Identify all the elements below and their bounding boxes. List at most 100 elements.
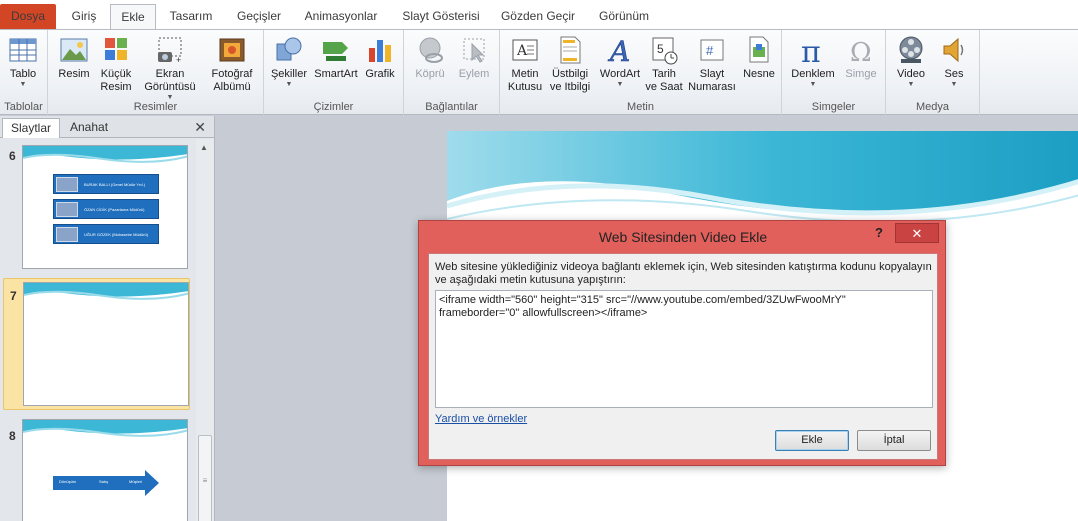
photo-album-icon [219, 38, 245, 62]
action-icon [463, 38, 485, 63]
group-label-illustrations: Çizimler [313, 101, 354, 113]
picture-button[interactable]: Resim [54, 32, 94, 98]
dropdown-arrow-icon: ▼ [616, 81, 624, 88]
speaker-icon [943, 37, 964, 63]
panel-close-icon[interactable]: ✕ [194, 119, 206, 136]
group-text: A Metin Kutusu Üstbilgi ve Itbilgi A Wor… [500, 30, 782, 115]
equation-button[interactable]: π Denklem ▼ [788, 32, 838, 98]
smartart-box: ÖZAN CİDİK (Pazarlama Müdürü) [53, 199, 159, 219]
insert-video-from-website-dialog: Web Sitesinden Video Ekle ? ✕ Web sitesi… [418, 220, 946, 466]
audio-button[interactable]: Ses ▼ [934, 32, 974, 98]
panel-tabs: Slaytlar Anahat ✕ [0, 116, 214, 138]
smartart-box: UĞUR GÖZEK (Muhasebe Müdürü) [53, 224, 159, 244]
dropdown-arrow-icon: ▼ [907, 81, 915, 88]
tab-review[interactable]: Gözden Geçir [496, 4, 580, 30]
group-media: Video ▼ Ses ▼ Medya [886, 30, 980, 115]
tab-animations[interactable]: Animasyonlar [300, 4, 382, 30]
photo-album-button[interactable]: Fotoğraf Albümü [204, 32, 260, 98]
dialog-close-button[interactable]: ✕ [895, 223, 939, 243]
panel-scrollbar[interactable]: ▲ ≡ [196, 139, 214, 521]
dialog-instruction: Web sitesine yüklediğiniz videoya bağlan… [435, 261, 932, 286]
tab-home[interactable]: Giriş [66, 4, 102, 30]
slide-thumbnail-8[interactable]: 8 Dönüşüm Satış Müşteri [3, 419, 190, 521]
date-time-button[interactable]: 5 Tarih ve Saat [644, 32, 684, 98]
pi-icon: π [801, 35, 821, 66]
svg-text:Ω: Ω [850, 38, 872, 66]
group-label-tables: Tablolar [4, 101, 43, 113]
svg-text:5: 5 [657, 42, 664, 56]
svg-text:A: A [607, 35, 630, 66]
symbol-button[interactable]: Ω Simge [840, 32, 882, 98]
svg-text:#: # [706, 43, 714, 58]
arrow-label: Satış [99, 479, 109, 484]
wave-decoration [23, 420, 187, 437]
group-label-symbols: Simgeler [811, 101, 856, 113]
scroll-up-icon[interactable]: ▲ [200, 143, 208, 152]
ribbon: Tablo ▼ Tablolar Resim Küçük Resim + Ekr… [0, 29, 1078, 115]
text-box-button[interactable]: A Metin Kutusu [504, 32, 546, 98]
scrollbar-thumb[interactable]: ≡ [198, 435, 212, 521]
date-time-icon: 5 [652, 37, 678, 65]
slide-thumbnail-7[interactable]: 7 [3, 278, 190, 410]
shapes-icon [276, 37, 302, 61]
smartart-icon [323, 42, 348, 61]
object-button[interactable]: Nesne [740, 32, 778, 98]
chart-icon [369, 40, 391, 62]
table-icon [9, 38, 37, 62]
embed-code-input[interactable]: <iframe width="560" height="315" src="//… [435, 290, 933, 408]
video-button[interactable]: Video ▼ [890, 32, 932, 98]
picture-icon [60, 38, 88, 62]
help-and-examples-link[interactable]: Yardım ve örnekler [435, 413, 527, 425]
tab-insert[interactable]: Ekle [110, 4, 156, 30]
group-label-images: Resimler [133, 101, 178, 113]
slide-preview: Dönüşüm Satış Müşteri [22, 419, 188, 521]
dropdown-arrow-icon: ▼ [285, 81, 293, 88]
slide-thumbnail-list: 6 BURAK BALLI (Genel Müdür Yrd.) ÖZAN Cİ… [0, 139, 196, 521]
tab-slides[interactable]: Slaytlar [2, 118, 61, 138]
tab-design[interactable]: Tasarım [166, 4, 216, 30]
screenshot-icon: + [158, 37, 182, 65]
ribbon-tab-bar: Dosya Giriş Ekle Tasarım Geçişler Animas… [0, 0, 1078, 30]
arrow-label: Müşteri [129, 479, 143, 484]
table-button[interactable]: Tablo ▼ [3, 32, 43, 98]
slide-number-button[interactable]: # Slayt Numarası [686, 32, 738, 98]
omega-icon: Ω [850, 38, 872, 66]
hyperlink-button[interactable]: Köprü [410, 32, 450, 98]
smartart-button[interactable]: SmartArt [312, 32, 360, 98]
wave-decoration [23, 146, 187, 163]
help-icon[interactable]: ? [875, 225, 883, 240]
slide-number-icon: # [700, 39, 724, 61]
slide-number: 6 [9, 149, 16, 163]
group-images: Resim Küçük Resim + Ekran Görüntüsü ▼ Fo… [48, 30, 264, 115]
slide-number: 8 [9, 429, 16, 443]
slide-number: 7 [10, 289, 17, 303]
tab-slide-show[interactable]: Slayt Gösterisi [396, 4, 486, 30]
group-illustrations: Şekiller ▼ SmartArt Grafik Çizimler [264, 30, 404, 115]
action-button[interactable]: Eylem [454, 32, 494, 98]
chart-button[interactable]: Grafik [362, 32, 398, 98]
svg-text:A: A [516, 43, 528, 59]
wordart-icon: A [607, 35, 631, 66]
clip-art-button[interactable]: Küçük Resim [98, 32, 134, 98]
object-icon [749, 36, 769, 63]
cancel-button[interactable]: İptal [857, 430, 931, 451]
insert-button[interactable]: Ekle [775, 430, 849, 451]
dialog-body: Web sitesine yüklediğiniz videoya bağlan… [428, 253, 938, 460]
tab-transitions[interactable]: Geçişler [232, 4, 286, 30]
shapes-button[interactable]: Şekiller ▼ [268, 32, 310, 98]
film-reel-icon [899, 36, 923, 63]
group-label-media: Medya [915, 101, 950, 113]
tab-file[interactable]: Dosya [0, 4, 56, 30]
tab-view[interactable]: Görünüm [592, 4, 656, 30]
header-footer-icon [560, 36, 581, 64]
dropdown-arrow-icon: ▼ [19, 81, 27, 88]
svg-text:π: π [801, 35, 821, 66]
wordart-button[interactable]: A WordArt ▼ [596, 32, 644, 98]
slide-thumbnail-6[interactable]: 6 BURAK BALLI (Genel Müdür Yrd.) ÖZAN Cİ… [3, 139, 190, 271]
tab-outline[interactable]: Anahat [62, 118, 116, 138]
group-symbols: π Denklem ▼ Ω Simge Simgeler [782, 30, 886, 115]
dropdown-arrow-icon: ▼ [809, 81, 817, 88]
header-footer-button[interactable]: Üstbilgi ve Itbilgi [546, 32, 594, 98]
screenshot-button[interactable]: + Ekran Görüntüsü ▼ [140, 32, 200, 101]
group-links: Köprü Eylem Bağlantılar [404, 30, 500, 115]
